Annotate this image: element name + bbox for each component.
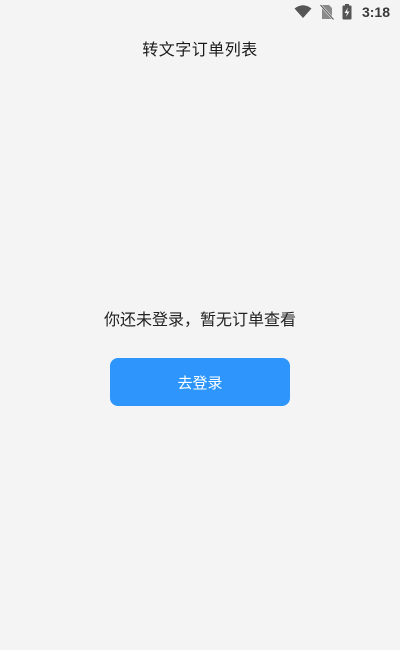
status-time: 3:18 — [361, 4, 390, 20]
login-button[interactable]: 去登录 — [110, 358, 290, 406]
page-title: 转文字订单列表 — [142, 40, 258, 59]
title-bar: 转文字订单列表 — [0, 30, 400, 66]
status-bar: 3:18 — [0, 0, 400, 24]
battery-charging-icon — [342, 4, 352, 20]
empty-state-message: 你还未登录，暂无订单查看 — [103, 310, 296, 329]
wifi-icon — [294, 5, 312, 19]
no-sim-icon — [319, 4, 334, 20]
